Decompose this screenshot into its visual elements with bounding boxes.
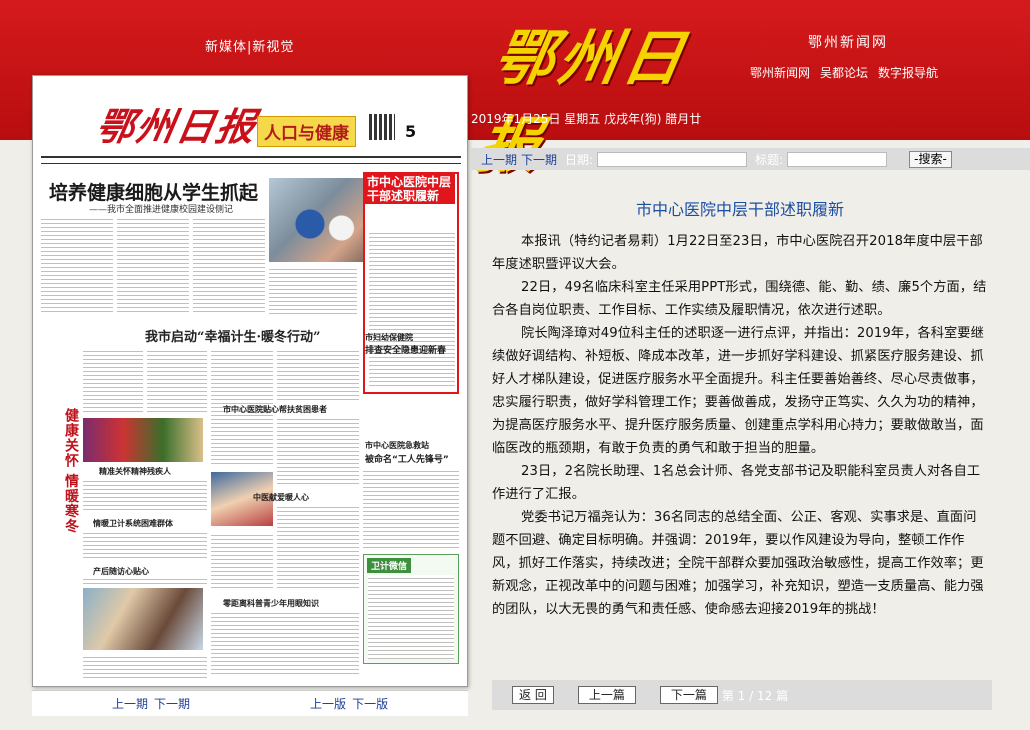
side-headline[interactable]: 零距离科普青少年用眼知识 bbox=[223, 598, 319, 609]
text-column bbox=[363, 468, 459, 550]
stage-photo bbox=[83, 418, 203, 462]
article-body: 本报讯（特约记者易莉）1月22日至23日，市中心医院召开2018年度中层干部年度… bbox=[492, 230, 988, 621]
text-column bbox=[41, 216, 113, 312]
site-name: 鄂州新闻网 bbox=[808, 35, 888, 51]
side-headline[interactable]: 情暖卫计系统困难群体 bbox=[93, 518, 173, 529]
text-column bbox=[147, 348, 207, 414]
text-column bbox=[117, 216, 189, 312]
welcome-text: 欢迎订阅鄂州日报！ bbox=[196, 697, 305, 711]
article-paragraph: 本报讯（特约记者易莉）1月22日至23日，市中心医院召开2018年度中层干部年度… bbox=[492, 234, 983, 272]
article-paragraph: 23日，2名院长助理、1名总会计师、各党支部书记及职能科室员责人对各自工作进行了… bbox=[492, 464, 981, 502]
page-navigation: 上一期 下一期 欢迎订阅鄂州日报！ 上一版 下一版 bbox=[32, 690, 468, 716]
lead-headline[interactable]: 培养健康细胞从学生抓起 bbox=[49, 178, 258, 205]
visit-photo bbox=[83, 588, 203, 650]
section-title: 人口与健康 bbox=[257, 116, 356, 147]
article: 市中心医院中层干部述职履新 本报讯（特约记者易莉）1月22日至23日，市中心医院… bbox=[492, 196, 988, 621]
text-column bbox=[83, 478, 207, 512]
newspaper-logo[interactable]: 鄂州日报 bbox=[473, 6, 720, 181]
link-wudu-forum[interactable]: 吴都论坛 bbox=[820, 64, 868, 81]
text-column bbox=[211, 532, 273, 588]
side-headline[interactable]: 中医献爱暖人心 bbox=[253, 492, 309, 503]
page-masthead: 鄂州日报 人口与健康 5 bbox=[33, 76, 467, 156]
text-column bbox=[277, 504, 359, 588]
next-period-link[interactable]: 下一期 bbox=[154, 695, 190, 712]
article-paragraph: 院长陶泽璋对49位科主任的述职逐一进行点评，并指出：2019年，各科室要继续做好… bbox=[492, 326, 984, 456]
page-number: 5 bbox=[405, 122, 417, 141]
text-column bbox=[277, 416, 359, 486]
article-title: 市中心医院中层干部述职履新 bbox=[635, 200, 844, 219]
selected-article-box[interactable] bbox=[363, 172, 459, 394]
date-label: 日期: bbox=[565, 152, 594, 167]
prev-article-button[interactable]: 上一篇 bbox=[577, 686, 636, 704]
search-bar: 上一期 下一期 日期: 标题: -搜索- bbox=[471, 148, 1030, 170]
search-prev-period[interactable]: 上一期 bbox=[481, 151, 517, 168]
side-headline[interactable]: 市妇幼保健院 bbox=[365, 332, 413, 343]
vertical-banner: 健康关怀 情暖寒冬 bbox=[63, 408, 79, 534]
side-headline[interactable]: 市中心医院急救站 bbox=[365, 440, 429, 451]
date-input[interactable] bbox=[597, 151, 748, 167]
search-next-period[interactable]: 下一期 bbox=[521, 151, 557, 168]
article-paragraph: 党委书记万福尧认为：36名同志的总结全面、公正、客观、实事求是、直面问题不回避、… bbox=[492, 510, 984, 617]
page-logo: 鄂州日报 bbox=[92, 104, 261, 149]
text-column bbox=[269, 266, 357, 314]
side-headline[interactable]: 被命名“工人先锋号” bbox=[365, 452, 449, 465]
side-headline[interactable]: 排查安全隐患迎新春 bbox=[365, 343, 446, 356]
header-links: 鄂州新闻网 吴都论坛 数字报导航 bbox=[750, 64, 938, 81]
text-column bbox=[83, 348, 143, 414]
text-column bbox=[277, 348, 359, 400]
issue-date: 2019年1月25日 星期五 戊戌年(狗) 腊月廿 bbox=[471, 112, 702, 126]
link-ezhou-news[interactable]: 鄂州新闻网 bbox=[750, 64, 810, 81]
weixin-tag: 卫计微信 bbox=[367, 558, 412, 573]
text-column bbox=[368, 575, 454, 659]
side-headline[interactable]: 市中心医院贴心帮扶贫困患者 bbox=[223, 404, 327, 415]
second-headline[interactable]: 我市启动“幸福计生·暖冬行动” bbox=[145, 326, 320, 345]
title-label: 标题: bbox=[755, 152, 784, 167]
qr-code-icon bbox=[369, 114, 395, 140]
search-button[interactable]: -搜索- bbox=[909, 150, 952, 168]
newspaper-page[interactable]: 鄂州日报 人口与健康 5 培养健康细胞从学生抓起 ——我市全面推进健康校园建设侧… bbox=[32, 75, 468, 687]
text-column bbox=[83, 530, 207, 560]
article-navigation: 返 回 上一篇 下一篇 第 1 / 12 篇 bbox=[492, 680, 992, 710]
prev-page-link[interactable]: 上一版 bbox=[310, 695, 346, 712]
link-digital-nav[interactable]: 数字报导航 bbox=[878, 64, 938, 81]
text-column bbox=[369, 230, 455, 388]
next-article-button[interactable]: 下一篇 bbox=[659, 686, 718, 704]
article-paragraph: 22日，49名临床科室主任采用PPT形式，围绕德、能、勤、绩、廉5个方面，结合各… bbox=[492, 280, 987, 318]
text-column bbox=[211, 610, 359, 676]
next-page-link[interactable]: 下一版 bbox=[352, 695, 388, 712]
text-column bbox=[83, 654, 207, 678]
side-headline[interactable]: 精准关怀精神残疾人 bbox=[99, 466, 171, 477]
selected-article-title[interactable]: 市中心医院中层干部述职履新 bbox=[365, 174, 455, 204]
text-column bbox=[83, 576, 207, 584]
back-button[interactable]: 返 回 bbox=[512, 686, 554, 704]
prev-period-link[interactable]: 上一期 bbox=[112, 695, 148, 712]
media-slogan: 新媒体|新视觉 bbox=[205, 40, 295, 55]
text-column bbox=[193, 216, 265, 312]
title-input[interactable] bbox=[787, 151, 888, 167]
lead-subhead: ——我市全面推进健康校园建设侧记 bbox=[89, 205, 234, 215]
masthead-rule bbox=[41, 156, 461, 164]
article-count: 第 1 / 12 篇 bbox=[721, 688, 789, 703]
